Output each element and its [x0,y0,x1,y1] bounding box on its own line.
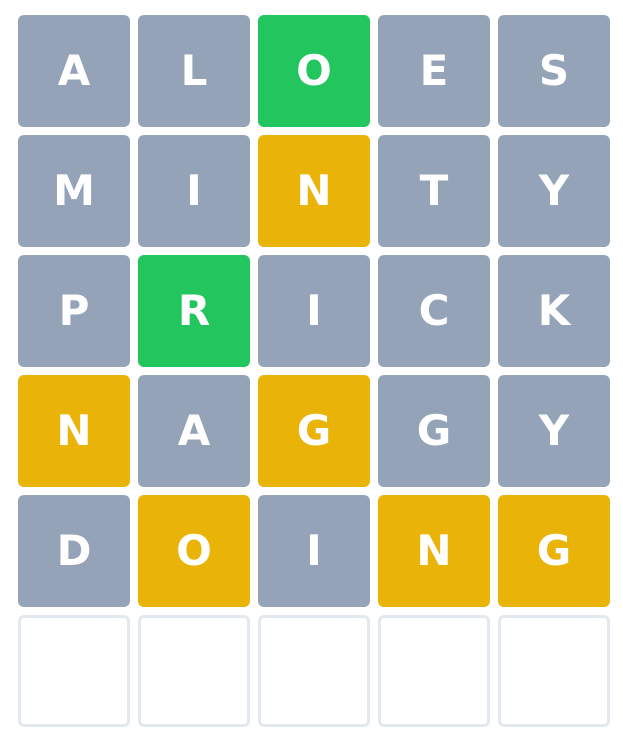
tile-row2-col1: M [18,135,130,247]
tile-row1-col3: O [258,15,370,127]
tile-row6-col2 [138,615,250,727]
tile-row2-col5: Y [498,135,610,247]
tile-row6-col3 [258,615,370,727]
tile-row1-col4: E [378,15,490,127]
tile-row2-col4: T [378,135,490,247]
tile-row1-col2: L [138,15,250,127]
tile-row5-col4: N [378,495,490,607]
tile-row4-col2: A [138,375,250,487]
tile-row1-col1: A [18,15,130,127]
tile-row1-col5: S [498,15,610,127]
tile-row5-col1: D [18,495,130,607]
tile-row4-col4: G [378,375,490,487]
tile-row4-col1: N [18,375,130,487]
tile-row2-col2: I [138,135,250,247]
tile-row5-col5: G [498,495,610,607]
tile-row6-col5 [498,615,610,727]
tile-row5-col3: I [258,495,370,607]
tile-row5-col2: O [138,495,250,607]
tile-row3-col3: I [258,255,370,367]
tile-row3-col4: C [378,255,490,367]
tile-row4-col3: G [258,375,370,487]
game-board: ALOESMINTYPRICKNAGGYDOING [18,15,610,727]
tile-row6-col4 [378,615,490,727]
tile-row3-col5: K [498,255,610,367]
tile-row4-col5: Y [498,375,610,487]
tile-row3-col2: R [138,255,250,367]
tile-row6-col1 [18,615,130,727]
tile-row2-col3: N [258,135,370,247]
tile-row3-col1: P [18,255,130,367]
